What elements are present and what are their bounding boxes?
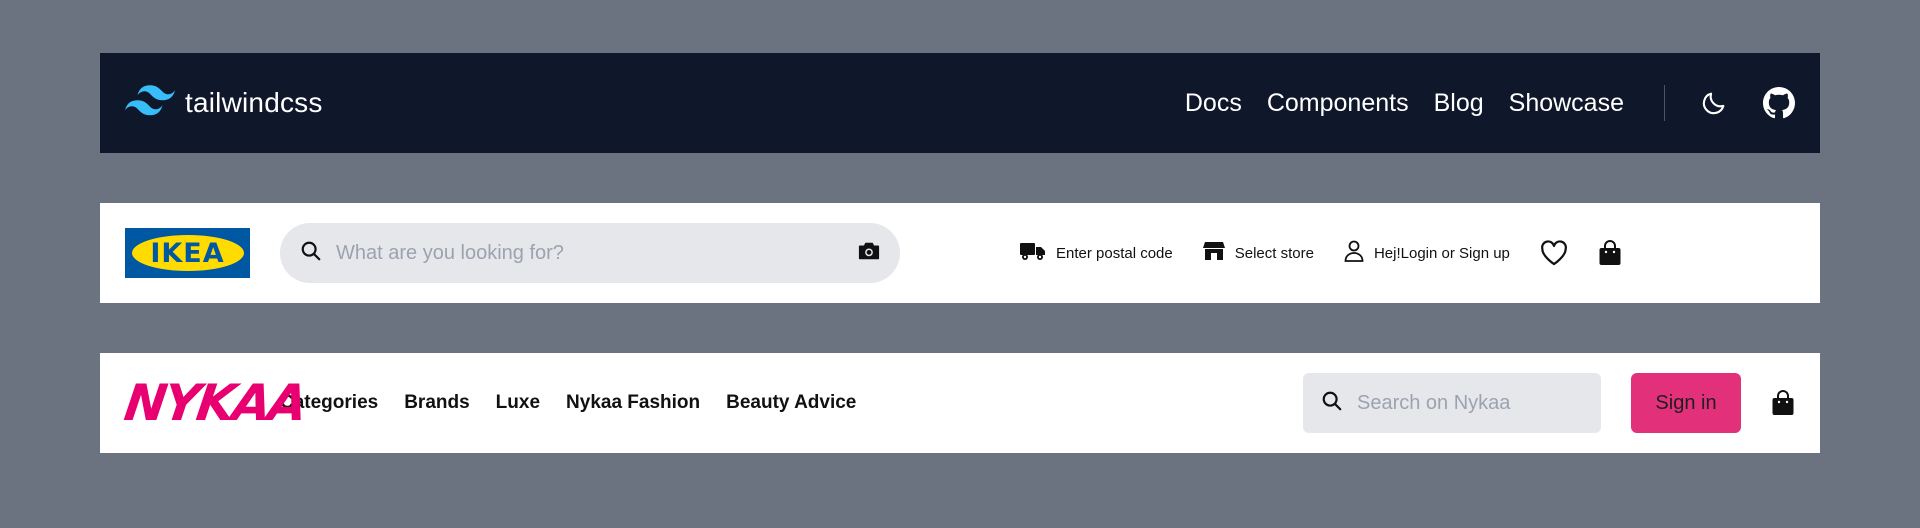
- truck-icon: [1020, 241, 1046, 265]
- search-icon[interactable]: [300, 240, 322, 267]
- login-label: Hej!Login or Sign up: [1373, 244, 1510, 262]
- ikea-logo[interactable]: IKEA: [125, 228, 250, 278]
- select-store-button[interactable]: Select store: [1202, 241, 1314, 265]
- nykaa-nav: Categories Brands Luxe Nykaa Fashion Bea…: [280, 392, 856, 414]
- tailwind-navbar: tailwindcss Docs Components Blog Showcas…: [100, 53, 1820, 153]
- github-icon[interactable]: [1763, 87, 1795, 119]
- ikea-actions: Enter postal code Select store Hej!Login…: [1020, 240, 1622, 266]
- nav-divider: [1664, 85, 1665, 121]
- tailwind-logo[interactable]: tailwindcss: [125, 82, 323, 125]
- shopping-bag-icon[interactable]: [1771, 390, 1795, 416]
- login-button[interactable]: Hej!Login or Sign up: [1344, 240, 1510, 266]
- nav-nykaa-fashion[interactable]: Nykaa Fashion: [566, 392, 700, 414]
- camera-icon[interactable]: [858, 241, 880, 266]
- heart-icon[interactable]: [1540, 240, 1568, 266]
- nykaa-navbar: NYKAA Categories Brands Luxe Nykaa Fashi…: [100, 353, 1820, 453]
- store-icon: [1202, 241, 1225, 265]
- ikea-search-input[interactable]: [334, 240, 858, 266]
- postal-code-button[interactable]: Enter postal code: [1020, 241, 1173, 265]
- tailwind-nav: Docs Components Blog Showcase: [1185, 85, 1795, 121]
- shopping-bag-icon[interactable]: [1598, 240, 1622, 266]
- tailwind-wave-icon: [125, 82, 175, 125]
- user-icon: [1344, 240, 1364, 266]
- nykaa-search-input[interactable]: [1355, 390, 1624, 416]
- nav-docs[interactable]: Docs: [1185, 89, 1242, 118]
- nav-showcase[interactable]: Showcase: [1509, 89, 1624, 118]
- ikea-search-bar: [280, 223, 900, 283]
- nav-beauty-advice[interactable]: Beauty Advice: [726, 392, 856, 414]
- nykaa-search-bar: [1303, 373, 1624, 433]
- nav-luxe[interactable]: Luxe: [496, 392, 540, 414]
- tailwind-brand-text: tailwindcss: [185, 87, 323, 118]
- search-icon[interactable]: [1321, 390, 1343, 417]
- select-store-label: Select store: [1234, 244, 1314, 262]
- sign-in-button[interactable]: Sign in: [1631, 373, 1741, 433]
- nav-components[interactable]: Components: [1267, 89, 1409, 118]
- ikea-logo-oval: IKEA: [131, 235, 244, 271]
- ikea-logo-text: IKEA: [150, 237, 225, 269]
- nav-blog[interactable]: Blog: [1434, 89, 1484, 118]
- moon-icon[interactable]: [1700, 89, 1728, 117]
- postal-code-label: Enter postal code: [1056, 244, 1173, 262]
- nav-brands[interactable]: Brands: [404, 392, 469, 414]
- nykaa-logo[interactable]: NYKAA: [121, 374, 308, 432]
- ikea-navbar: IKEA Enter postal code Select store: [100, 203, 1820, 303]
